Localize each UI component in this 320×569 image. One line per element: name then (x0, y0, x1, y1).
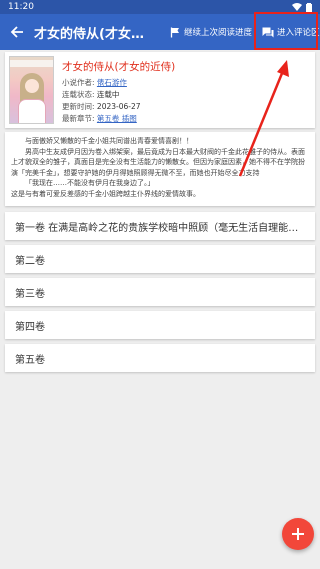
updated-label: 更新时间: (62, 102, 95, 111)
flag-icon (170, 27, 179, 37)
volume-label: 第一卷 在满是高岭之花的贵族学校暗中照顾（毫无生活自理能力的千金小姐 (15, 222, 307, 234)
battery-icon (306, 2, 312, 12)
description-line: 男高中生友成伊月因为卷入绑架案，最后竟成为日本最大财阀的千金此花雏子的侍从。表面 (25, 147, 305, 156)
author-link[interactable]: 俵石游作 (97, 78, 127, 87)
back-button[interactable] (0, 14, 34, 50)
status-time: 11:20 (8, 2, 34, 12)
arrow-left-icon (10, 26, 23, 38)
continue-reading-button[interactable]: 继续上次阅读进度 (170, 26, 252, 38)
volume-label: 第四卷 (15, 321, 45, 333)
description-line: 演「完美千金」，想要守护她的伊月得她照顾得无微不至，而她也开始尽全力支持 (11, 168, 260, 177)
comments-button[interactable]: 进入评论区 (262, 26, 320, 38)
updated-value: 2023-06-27 (96, 102, 141, 111)
description-line: 这是与有着可爱反差感的千金小姐跨越主仆界线的爱情故事。 (11, 189, 200, 198)
page-title: 才女的侍从(才女的近侍) (34, 26, 154, 42)
status-bar: 11:20 (0, 0, 320, 14)
author-label: 小说作者: (62, 78, 95, 87)
book-info-card: 才女的侍从(才女的近侍) 小说作者: 俵石游作 连载状态: 连载中 更新时间: … (5, 52, 315, 128)
state-label: 连载状态: (62, 90, 95, 99)
latest-row: 最新章节: 第五卷 插图 (62, 113, 137, 124)
comments-label: 进入评论区 (277, 28, 320, 38)
app-bar: 才女的侍从(才女的近侍) 继续上次阅读进度 进入评论区 (0, 14, 320, 50)
plus-icon (292, 528, 304, 540)
volume-label: 第三卷 (15, 288, 45, 300)
status-icons (292, 2, 312, 12)
state-value: 连载中 (96, 90, 120, 99)
volume-item-4[interactable]: 第四卷 (5, 311, 315, 339)
book-title: 才女的侍从(才女的近侍) (62, 61, 176, 73)
author-row: 小说作者: 俵石游作 (62, 77, 127, 88)
volume-item-1[interactable]: 第一卷 在满是高岭之花的贵族学校暗中照顾（毫无生活自理能力的千金小姐 (5, 212, 315, 240)
description-line: 与面傲娇又懒散的千金小姐共同谱出青春爱情喜剧！！ (25, 137, 193, 145)
state-row: 连载状态: 连载中 (62, 89, 119, 100)
cover-figure-face (25, 79, 39, 93)
wifi-icon (292, 3, 302, 11)
volume-item-2[interactable]: 第二卷 (5, 245, 315, 273)
continue-reading-label: 继续上次阅读进度 (184, 28, 253, 38)
volume-item-3[interactable]: 第三卷 (5, 278, 315, 306)
volume-item-5[interactable]: 第五卷 (5, 344, 315, 372)
latest-chapter-link[interactable]: 第五卷 插图 (97, 114, 137, 123)
chat-bubble-icon (262, 27, 274, 37)
add-fab-button[interactable] (282, 518, 314, 550)
volume-label: 第二卷 (15, 255, 45, 267)
updated-row: 更新时间: 2023-06-27 (62, 101, 141, 112)
description-line: 「我现在……不能没有伊月在我身边了。」 (25, 179, 155, 187)
book-cover-image[interactable] (9, 56, 54, 124)
cover-band (10, 60, 53, 67)
latest-label: 最新章节: (62, 114, 95, 123)
volume-label: 第五卷 (15, 354, 45, 366)
description-line: 上才貌双全的雏子，真面目是完全没有生活能力的懒散女。但因为家庭因素，她不得不在学… (11, 158, 305, 166)
cover-figure-dress (18, 99, 46, 123)
description-card: 与面傲娇又懒散的千金小姐共同谱出青春爱情喜剧！！ 男高中生友成伊月因为卷入绑架案… (5, 132, 315, 206)
